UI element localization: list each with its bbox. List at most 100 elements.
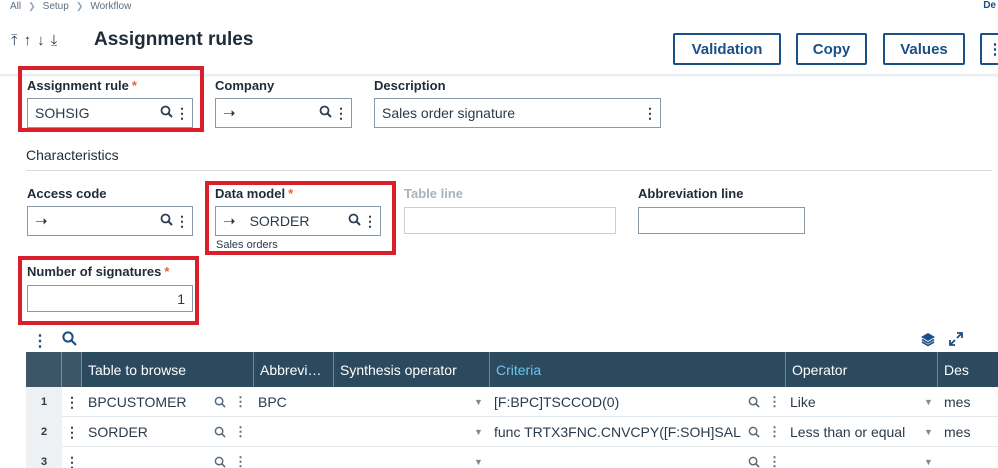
section-title-characteristics: Characteristics	[26, 147, 119, 163]
cell-description[interactable]: mes	[944, 417, 998, 447]
caret-down-icon[interactable]: ▼	[474, 417, 483, 447]
cell-table-to-browse[interactable]	[88, 447, 208, 468]
table-row: 2 ⋮ SORDER ⋮ ▼ func TRTX3FNC.CNVCPY([F:S…	[26, 417, 998, 447]
cell-abbreviation[interactable]	[258, 447, 328, 468]
row-kebab-icon[interactable]: ⋮	[62, 387, 82, 417]
kebab-icon[interactable]: ⋮	[175, 213, 189, 230]
last-record-icon[interactable]: ⤓	[51, 32, 58, 49]
cell-operator[interactable]: Like	[790, 387, 920, 417]
row-number: 1	[26, 387, 62, 417]
kebab-icon[interactable]: ⋮	[334, 105, 348, 122]
breadcrumb-all[interactable]: All	[10, 1, 21, 12]
arrow-right-icon[interactable]: ➝	[223, 212, 236, 230]
kebab-icon[interactable]: ⋮	[234, 387, 247, 417]
caret-down-icon[interactable]: ▼	[924, 447, 933, 468]
first-record-icon[interactable]: ⤒	[11, 32, 18, 49]
data-model-caption: Sales orders	[216, 239, 278, 251]
cell-criteria[interactable]: [F:BPC]TSCCOD(0)	[494, 387, 742, 417]
access-code-field[interactable]: ➝ ⋮	[27, 206, 193, 236]
chevron-right-icon: ❯	[75, 0, 84, 11]
cell-synthesis-operator[interactable]	[340, 417, 470, 447]
previous-record-icon[interactable]: ↑	[24, 32, 32, 49]
abbreviation-line-field[interactable]	[638, 207, 805, 234]
cell-criteria[interactable]: func TRTX3FNC.CNVCPY([F:SOH]SALFCY)	[494, 417, 742, 447]
search-icon[interactable]	[748, 447, 760, 468]
search-icon[interactable]	[748, 387, 760, 417]
breadcrumb-workflow[interactable]: Workflow	[90, 1, 131, 12]
cell-operator[interactable]	[790, 447, 920, 468]
search-icon[interactable]	[214, 447, 226, 468]
search-icon[interactable]	[214, 417, 226, 447]
search-icon[interactable]	[345, 213, 363, 229]
kebab-icon[interactable]: ⋮	[234, 447, 247, 468]
cell-description[interactable]	[944, 447, 998, 468]
grid-actions-kebab-icon[interactable]: ⋮	[32, 331, 48, 351]
assignment-rule-value: SOHSIG	[35, 105, 90, 121]
arrow-right-icon[interactable]: ➝	[223, 104, 236, 122]
row-number: 3	[26, 447, 62, 468]
data-model-field[interactable]: ➝ SORDER ⋮	[215, 206, 381, 236]
grid-search-icon[interactable]	[62, 331, 77, 351]
kebab-icon[interactable]: ⋮	[363, 213, 377, 230]
arrow-right-icon[interactable]: ➝	[35, 212, 48, 230]
cell-synthesis-operator[interactable]	[340, 387, 470, 417]
cell-operator[interactable]: Less than or equal	[790, 417, 920, 447]
cell-abbreviation[interactable]: BPC	[258, 387, 328, 417]
next-record-icon[interactable]: ↓	[37, 32, 45, 49]
copy-button[interactable]: Copy	[796, 33, 867, 65]
cell-abbreviation[interactable]	[258, 417, 328, 447]
number-of-signatures-field[interactable]: 1	[27, 285, 193, 312]
column-header-table-to-browse[interactable]: Table to browse	[82, 352, 254, 387]
row-number: 2	[26, 417, 62, 447]
cell-table-to-browse[interactable]: SORDER	[88, 417, 208, 447]
data-model-value: SORDER	[249, 213, 310, 229]
description-value: Sales order signature	[382, 105, 516, 121]
company-label: Company	[215, 78, 275, 93]
caret-down-icon[interactable]: ▼	[474, 447, 483, 468]
column-header-description[interactable]: Des	[938, 352, 998, 387]
cell-table-to-browse[interactable]: BPCUSTOMER	[88, 387, 208, 417]
assignment-rule-field[interactable]: SOHSIG ⋮	[27, 98, 193, 128]
caret-down-icon[interactable]: ▼	[924, 417, 933, 447]
kebab-icon[interactable]: ⋮	[643, 105, 657, 122]
more-actions-button[interactable]: ⋮	[980, 33, 998, 65]
search-icon[interactable]	[316, 105, 334, 121]
caret-down-icon[interactable]: ▼	[474, 387, 483, 417]
column-header-abbreviation[interactable]: Abbrevi…	[254, 352, 334, 387]
record-navigation: ⤒ ↑ ↓ ⤓	[11, 32, 57, 49]
assignment-rule-label: Assignment rule *	[27, 78, 137, 93]
section-divider	[26, 170, 992, 171]
search-icon[interactable]	[214, 387, 226, 417]
grid-corner-cell	[62, 352, 82, 387]
cell-description[interactable]: mes	[944, 387, 998, 417]
grid-header: Table to browse Abbrevi… Synthesis opera…	[26, 352, 998, 387]
caret-down-icon[interactable]: ▼	[924, 387, 933, 417]
breadcrumb-setup[interactable]: Setup	[43, 1, 69, 12]
breadcrumb: All ❯ Setup ❯ Workflow	[10, 0, 131, 12]
search-icon[interactable]	[748, 417, 760, 447]
values-button[interactable]: Values	[883, 33, 965, 65]
column-header-criteria[interactable]: Criteria	[490, 352, 786, 387]
validation-button[interactable]: Validation	[673, 33, 781, 65]
column-header-operator[interactable]: Operator	[786, 352, 938, 387]
row-kebab-icon[interactable]: ⋮	[62, 447, 82, 468]
layers-icon[interactable]	[920, 331, 936, 352]
user-menu-link[interactable]: De	[983, 0, 996, 11]
search-icon[interactable]	[157, 105, 175, 121]
kebab-icon[interactable]: ⋮	[768, 387, 781, 417]
cell-criteria[interactable]	[494, 447, 742, 468]
expand-icon[interactable]	[948, 331, 964, 352]
cell-synthesis-operator[interactable]	[340, 447, 470, 468]
kebab-icon[interactable]: ⋮	[768, 417, 781, 447]
column-header-synthesis-operator[interactable]: Synthesis operator	[334, 352, 490, 387]
row-kebab-icon[interactable]: ⋮	[62, 417, 82, 447]
signature-criteria-grid: Table to browse Abbrevi… Synthesis opera…	[26, 352, 998, 468]
kebab-icon[interactable]: ⋮	[175, 105, 189, 122]
search-icon[interactable]	[157, 213, 175, 229]
abbreviation-line-label: Abbreviation line	[638, 186, 744, 201]
kebab-icon[interactable]: ⋮	[768, 447, 781, 468]
company-field[interactable]: ➝ ⋮	[215, 98, 352, 128]
description-label: Description	[374, 78, 446, 93]
kebab-icon[interactable]: ⋮	[234, 417, 247, 447]
description-field[interactable]: Sales order signature ⋮	[374, 98, 661, 128]
